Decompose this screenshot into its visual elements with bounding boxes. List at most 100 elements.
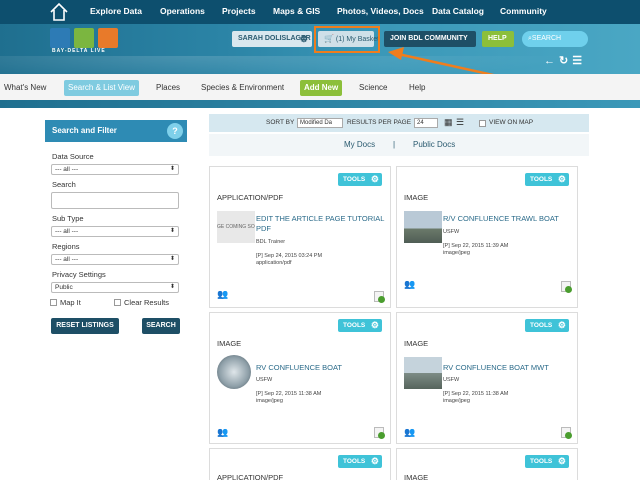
card-title[interactable]: RV CONFLUENCE BOAT (256, 363, 386, 373)
subnav-add-new[interactable]: Add New (300, 80, 343, 96)
tab-public-docs[interactable]: Public Docs (413, 140, 455, 149)
tools-label: TOOLS (530, 176, 553, 183)
view-on-map-checkbox[interactable] (479, 120, 486, 127)
card-author: BDL Trainer (256, 239, 286, 245)
subtype-select[interactable]: --- all --- ⬍ (51, 226, 179, 237)
card-mime: application/pdf (256, 260, 292, 266)
result-card[interactable]: TOOLS ⚙ APPLICATION/PDF GE COMING SO EDIT… (209, 166, 391, 308)
subnav-species-environment[interactable]: Species & Environment (197, 80, 288, 96)
card-title[interactable]: RV CONFLUENCE BOAT MWT (443, 363, 573, 373)
download-icon[interactable] (374, 427, 385, 439)
gear-icon: ⚙ (557, 320, 566, 330)
gear-icon: ⚙ (299, 34, 308, 44)
tools-button[interactable]: TOOLS ⚙ (338, 319, 382, 332)
tools-button[interactable]: TOOLS ⚙ (338, 455, 382, 468)
topnav-operations[interactable]: Operations (160, 6, 205, 16)
tab-separator: | (393, 140, 396, 149)
card-title[interactable]: R/V CONFLUENCE TRAWL BOAT (443, 214, 573, 224)
topnav-community[interactable]: Community (500, 6, 547, 16)
tools-button[interactable]: TOOLS ⚙ (525, 319, 569, 332)
logo-fish-icon (98, 28, 118, 48)
subtype-value: --- all --- (55, 228, 79, 235)
back-arrow-icon[interactable]: ← (544, 55, 559, 67)
regions-label: Regions (52, 242, 80, 251)
gear-icon: ⚙ (370, 174, 379, 184)
result-card[interactable]: TOOLS ⚙ IMAGE R/V CONFLUENCE TRAWL BOAT U… (396, 166, 578, 308)
privacy-label: Privacy Settings (52, 270, 106, 279)
card-author: USFW (443, 377, 460, 383)
list-menu-icon[interactable]: ☰ (572, 55, 586, 67)
refresh-icon[interactable]: ↻ (559, 55, 572, 67)
subtype-label: Sub Type (52, 214, 84, 223)
download-icon[interactable] (374, 291, 385, 303)
card-type: APPLICATION/PDF (217, 473, 284, 482)
card-title[interactable]: EDIT THE ARTICLE PAGE TUTORIAL PDF (256, 214, 386, 234)
home-icon[interactable] (48, 1, 70, 23)
privacy-select[interactable]: Public ⬍ (51, 282, 179, 293)
card-type: IMAGE (404, 473, 429, 482)
card-thumbnail[interactable] (217, 355, 251, 389)
card-author: USFW (256, 377, 273, 383)
user-menu-button[interactable]: SARAH DOLISLAGER ⚙ (232, 31, 312, 47)
card-date: [P] Sep 22, 2015 11:38 AM (443, 391, 509, 397)
subnav-band (0, 100, 640, 108)
sort-by-select[interactable]: Modified Da (297, 118, 343, 128)
help-circle-icon[interactable]: ? (167, 123, 183, 139)
list-view-icon[interactable]: ☰ (456, 117, 464, 128)
thumbnail-text: GE COMING SO (217, 224, 255, 230)
select-arrows-icon: ⬍ (169, 256, 175, 262)
select-arrows-icon: ⬍ (169, 228, 175, 234)
card-date: [P] Sep 22, 2015 11:38 AM (256, 391, 322, 397)
search-label: Search (52, 180, 76, 189)
logo-plant-icon (74, 28, 94, 48)
result-card[interactable]: TOOLS ⚙ IMAGE RV CONFLUENCE BOAT USFW [P]… (209, 312, 391, 444)
logo-bird-icon (50, 28, 70, 48)
sort-bar: SORT BY Modified Da RESULTS PER PAGE 24 … (209, 114, 589, 132)
map-it-checkbox[interactable] (50, 299, 57, 306)
search-field[interactable] (51, 192, 179, 209)
tab-my-docs[interactable]: My Docs (344, 140, 375, 149)
card-thumbnail[interactable]: GE COMING SO (217, 211, 255, 243)
tools-label: TOOLS (530, 322, 553, 329)
subnav-science[interactable]: Science (355, 80, 391, 96)
topnav-explore-data[interactable]: Explore Data (90, 6, 142, 16)
card-thumbnail[interactable] (404, 211, 442, 243)
results-per-page-select[interactable]: 24 (414, 118, 438, 128)
tools-button[interactable]: TOOLS ⚙ (338, 173, 382, 186)
card-mime: image/jpeg (443, 398, 470, 404)
topnav-data-catalog[interactable]: Data Catalog (432, 6, 484, 16)
clear-results-checkbox[interactable] (114, 299, 121, 306)
card-date: [P] Sep 22, 2015 11:39 AM (443, 243, 509, 249)
card-type: IMAGE (404, 339, 429, 348)
tools-label: TOOLS (343, 176, 366, 183)
result-card[interactable]: TOOLS ⚙ IMAGE (396, 448, 578, 482)
card-author: USFW (443, 229, 460, 235)
result-card[interactable]: TOOLS ⚙ IMAGE RV CONFLUENCE BOAT MWT USFW… (396, 312, 578, 444)
sub-navigation: What's New Search & List View Places Spe… (0, 74, 640, 102)
download-icon[interactable] (561, 281, 572, 293)
data-source-label: Data Source (52, 152, 94, 161)
select-arrows-icon: ⬍ (169, 166, 175, 172)
reset-listings-button[interactable]: RESET LISTINGS (51, 318, 119, 334)
tools-button[interactable]: TOOLS ⚙ (525, 455, 569, 468)
subnav-help[interactable]: Help (405, 80, 429, 96)
map-it-label: Map It (60, 298, 81, 307)
result-card[interactable]: TOOLS ⚙ APPLICATION/PDF (209, 448, 391, 482)
data-source-select[interactable]: --- all --- ⬍ (51, 164, 179, 175)
people-icon: 👥 (404, 279, 416, 289)
topnav-projects[interactable]: Projects (222, 6, 256, 16)
card-type: IMAGE (217, 339, 242, 348)
card-thumbnail[interactable] (404, 357, 442, 389)
card-mime: image/jpeg (443, 250, 470, 256)
regions-select[interactable]: --- all --- ⬍ (51, 254, 179, 265)
grid-view-icon[interactable]: ▦ (444, 117, 453, 128)
sidebar-search-button[interactable]: SEARCH (142, 318, 180, 334)
tools-button[interactable]: TOOLS ⚙ (525, 173, 569, 186)
download-icon[interactable] (561, 427, 572, 439)
subnav-search-list-view[interactable]: Search & List View (64, 80, 139, 96)
tools-label: TOOLS (530, 458, 553, 465)
topnav-photos-videos-docs[interactable]: Photos, Videos, Docs (337, 6, 424, 16)
topnav-maps-gis[interactable]: Maps & GIS (273, 6, 320, 16)
subnav-places[interactable]: Places (152, 80, 184, 96)
subnav-whats-new[interactable]: What's New (0, 80, 50, 96)
